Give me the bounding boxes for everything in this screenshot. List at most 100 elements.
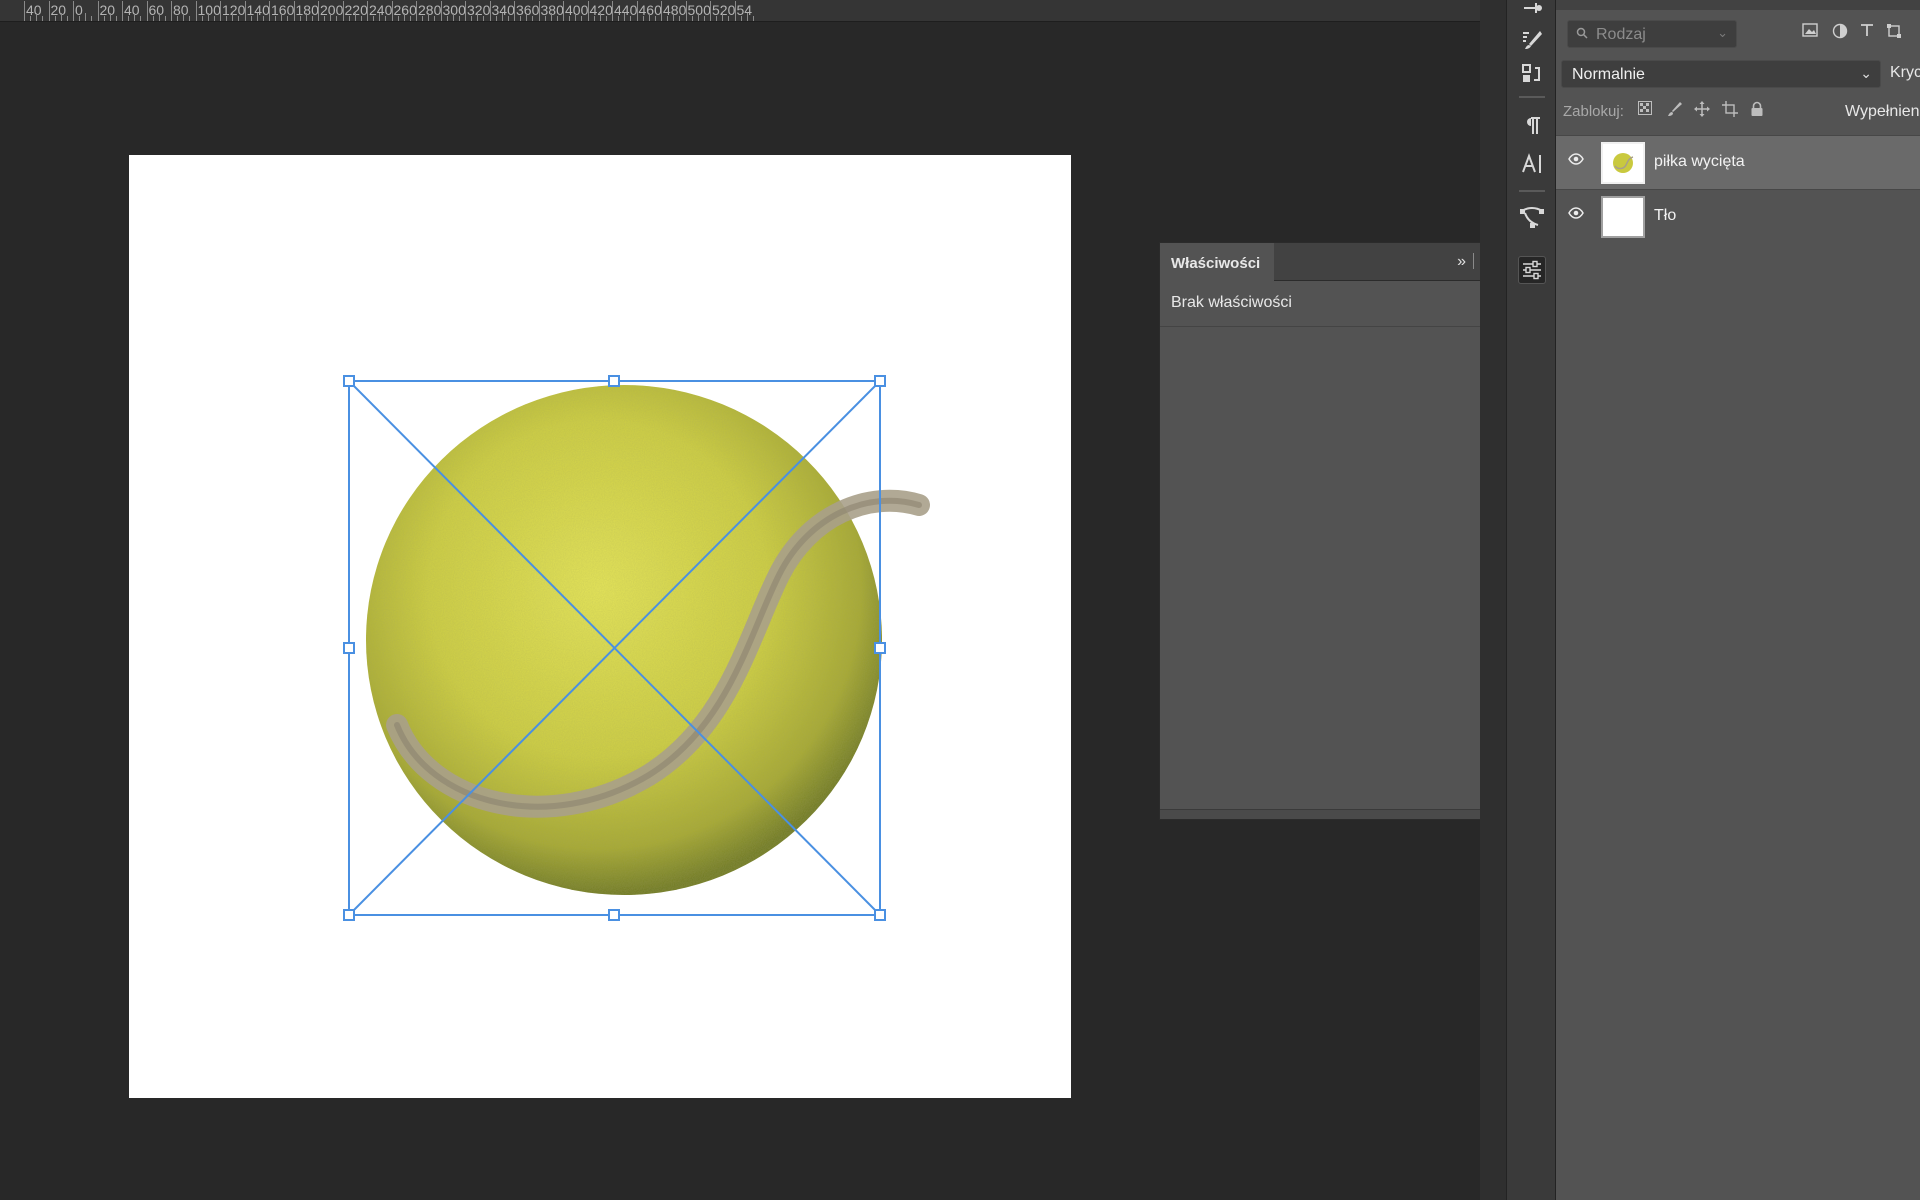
ruler-minor-tick (281, 13, 283, 21)
lock-position-icon[interactable] (1694, 101, 1710, 121)
layer-thumbnail (1601, 196, 1645, 238)
panel-resize-grip[interactable] (1160, 809, 1502, 819)
ruler-major-tick (563, 1, 564, 21)
ruler-major-tick (342, 1, 344, 21)
ruler-minor-tick (507, 16, 509, 21)
ruler-minor-tick (164, 16, 166, 21)
ruler-minor-tick (36, 13, 38, 21)
lock-pixels-icon[interactable] (1666, 101, 1682, 121)
ruler-major-tick (489, 1, 491, 21)
ruler-minor-tick (385, 16, 387, 21)
tab-properties[interactable]: Właściwości (1160, 243, 1274, 281)
ruler-major-tick (269, 1, 270, 21)
collapse-panel-icon[interactable]: » (1457, 253, 1466, 271)
lock-label: Zablokuj: (1563, 103, 1624, 120)
layer-thumbnail (1601, 142, 1645, 184)
character-icon[interactable] (1518, 150, 1546, 178)
ruler-label: 40 (26, 2, 42, 18)
ruler-major-tick (636, 1, 638, 21)
lock-row: Zablokuj: Wypełnien (1556, 98, 1920, 126)
ruler-minor-tick (262, 16, 264, 21)
ruler-major-tick (367, 1, 368, 21)
ruler-minor-tick (232, 13, 234, 21)
divider (1519, 96, 1545, 98)
ruler-minor-tick (526, 13, 528, 21)
ruler-minor-tick (115, 16, 117, 21)
ruler-minor-tick (152, 16, 154, 21)
ruler-minor-tick (703, 16, 705, 21)
ruler-label: 80 (173, 2, 189, 18)
handle-middle-left (343, 642, 355, 654)
layer-row-pilka[interactable]: piłka wycięta (1556, 135, 1920, 189)
ruler-minor-tick (336, 16, 338, 21)
ruler-minor-tick (630, 16, 632, 21)
handle-top-left (343, 375, 355, 387)
pin-icon[interactable] (1518, 0, 1546, 22)
ruler-minor-tick (550, 13, 552, 21)
ruler-minor-tick (471, 16, 473, 21)
brush-presets-icon[interactable] (1518, 26, 1546, 54)
adjustment-filter-icon[interactable] (1832, 23, 1848, 44)
ruler-minor-tick (183, 13, 185, 21)
ruler-minor-tick (213, 16, 215, 21)
layer-name[interactable]: Tło (1654, 207, 1676, 225)
properties-adjustments-icon[interactable] (1518, 256, 1546, 284)
ruler-minor-tick (403, 13, 405, 21)
ruler-major-tick (318, 1, 319, 21)
ruler-major-tick (244, 1, 246, 21)
ruler-minor-tick (483, 16, 485, 21)
ruler-major-tick (24, 1, 25, 21)
ruler-minor-tick (207, 13, 209, 21)
shape-filter-icon[interactable] (1886, 23, 1902, 44)
ruler-minor-tick (679, 16, 681, 21)
ruler-minor-tick (740, 16, 742, 21)
type-filter-icon[interactable] (1860, 23, 1874, 42)
ruler-major-tick (661, 1, 662, 21)
lock-all-icon[interactable] (1750, 101, 1764, 121)
ruler-minor-tick (605, 16, 607, 21)
chevron-down-icon: ⌄ (1717, 25, 1728, 40)
ruler-minor-tick (85, 13, 87, 21)
filter-kind-select[interactable]: Rodzaj ⌄ (1567, 20, 1737, 48)
handle-bottom-right (874, 909, 886, 921)
ruler-major-tick (587, 1, 589, 21)
ruler-minor-tick (452, 13, 454, 21)
canvas-workspace[interactable]: Właściwości » Brak właściwości (0, 22, 1503, 1200)
lock-transparency-icon[interactable] (1638, 101, 1652, 119)
ruler-major-tick (416, 1, 417, 21)
lock-artboard-icon[interactable] (1722, 101, 1738, 121)
clone-source-icon[interactable] (1518, 60, 1546, 88)
paths-icon[interactable] (1518, 203, 1546, 231)
horizontal-ruler[interactable]: 40 20 0 20 40 60 80 100 120 140 160 180 200 220 240 260… (0, 0, 1480, 22)
ruler-minor-tick (379, 13, 381, 21)
ruler-minor-tick (128, 16, 130, 21)
fill-label[interactable]: Wypełnien (1845, 103, 1920, 121)
visibility-eye-icon[interactable] (1568, 152, 1584, 170)
ruler-label: 60 (148, 2, 165, 18)
layer-row-tlo[interactable]: Tło (1556, 189, 1920, 243)
ruler-major-tick (220, 1, 221, 21)
document-canvas[interactable] (129, 155, 1071, 1098)
divider (1519, 190, 1545, 192)
ruler-minor-tick (287, 16, 289, 21)
layer-content-tennis-ball[interactable] (129, 155, 1071, 1098)
handle-bottom-left (343, 909, 355, 921)
visibility-eye-icon[interactable] (1568, 206, 1584, 224)
ruler-minor-tick (544, 16, 546, 21)
ruler-minor-tick (109, 13, 111, 21)
filter-kind-label: Rodzaj (1596, 26, 1646, 43)
blend-mode-select[interactable]: Normalnie ⌄ (1561, 60, 1881, 88)
ruler-minor-tick (91, 16, 93, 21)
ruler-minor-tick (728, 16, 730, 21)
layers-panel: Rodzaj ⌄ Normalnie ⌄ Kryc Zablokuj: Wype… (1556, 0, 1920, 1200)
layer-name[interactable]: piłka wycięta (1654, 153, 1745, 171)
properties-message: Brak właściwości (1160, 281, 1502, 327)
paragraph-icon[interactable] (1518, 112, 1546, 140)
opacity-label[interactable]: Kryc (1890, 64, 1920, 82)
ruler-minor-tick (330, 13, 332, 21)
handle-top-center (608, 375, 620, 387)
ruler-minor-tick (667, 16, 669, 21)
ruler-minor-tick (140, 16, 142, 21)
image-filter-icon[interactable] (1802, 23, 1818, 42)
ruler-minor-tick (134, 13, 136, 21)
